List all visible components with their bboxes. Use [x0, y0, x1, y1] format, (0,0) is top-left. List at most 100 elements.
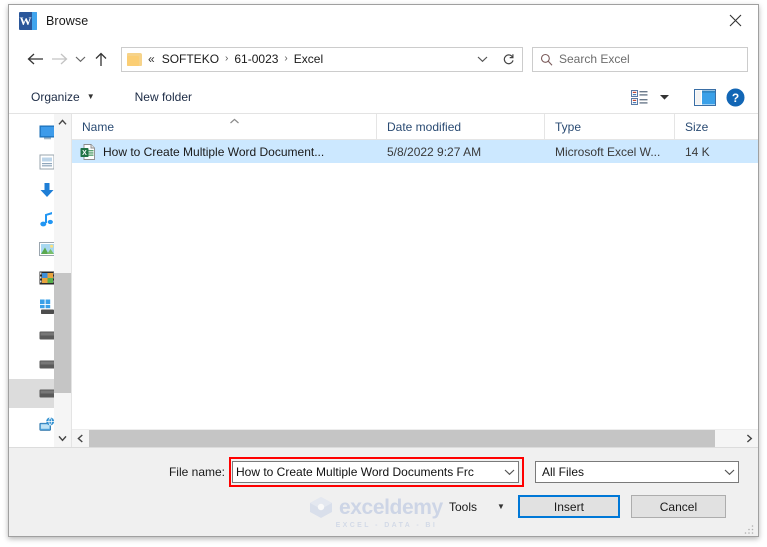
column-header-size-label: Size: [685, 119, 709, 134]
drive-icon: [38, 327, 54, 345]
view-options-dropdown[interactable]: [654, 84, 674, 110]
hscrollbar-thumb[interactable]: [89, 430, 715, 447]
breadcrumb-item-1[interactable]: 61-0023: [234, 52, 278, 66]
file-name-field-wrapper: How to Create Multiple Word Documents Fr…: [229, 457, 524, 487]
sidebar-item-videos[interactable]: [9, 263, 54, 292]
navigation-pane-items: [9, 114, 54, 447]
back-button[interactable]: [23, 47, 47, 71]
organize-button[interactable]: Organize ▼: [23, 85, 103, 109]
breadcrumb-item-2[interactable]: Excel: [294, 52, 323, 66]
view-list-icon[interactable]: [624, 84, 654, 110]
breadcrumb-item-0[interactable]: SOFTEKO: [162, 52, 219, 66]
sidebar-item-local-disk-2[interactable]: [9, 350, 54, 379]
sidebar-item-local-disk-1[interactable]: [9, 321, 54, 350]
search-box[interactable]: Search Excel: [532, 46, 748, 72]
music-icon: [38, 211, 54, 229]
column-header-date-label: Date modified: [387, 119, 462, 134]
word-icon: [19, 12, 37, 30]
preview-pane-icon[interactable]: [690, 84, 720, 110]
drive-icon: [38, 385, 54, 403]
file-type-cell: Microsoft Excel W...: [555, 144, 661, 159]
column-header-name[interactable]: Name: [72, 114, 377, 139]
column-header-type[interactable]: Type: [545, 114, 675, 139]
search-icon: [533, 53, 559, 66]
tools-label: Tools: [449, 499, 478, 514]
column-headers: Name Date modified Type Size: [72, 114, 758, 140]
tools-button[interactable]: Tools ▼: [449, 495, 505, 518]
recent-locations-button[interactable]: [71, 47, 89, 71]
svg-text:X: X: [82, 150, 87, 157]
resize-grip[interactable]: [743, 522, 755, 534]
file-rows: X How to Create Multiple Word Document..…: [72, 140, 758, 429]
sidebar-item-downloads[interactable]: [9, 176, 54, 205]
breadcrumb: « SOFTEKO › 61-0023 › Excel: [148, 52, 471, 66]
forward-button[interactable]: [47, 47, 71, 71]
sort-ascending-icon: [229, 114, 240, 128]
new-folder-label: New folder: [134, 90, 192, 104]
help-icon[interactable]: ?: [720, 84, 750, 110]
folder-icon: [127, 52, 142, 66]
column-header-size[interactable]: Size: [675, 114, 758, 139]
file-date-cell: 5/8/2022 9:27 AM: [387, 144, 482, 159]
file-type-dropdown[interactable]: All Files: [535, 461, 739, 483]
sidebar-item-network[interactable]: [9, 408, 54, 442]
scroll-right-button[interactable]: [741, 430, 758, 447]
insert-button[interactable]: Insert: [517, 495, 620, 518]
new-folder-button[interactable]: New folder: [127, 85, 200, 109]
address-dropdown-button[interactable]: [471, 48, 493, 71]
excel-file-icon: X: [80, 143, 96, 160]
file-name-input[interactable]: How to Create Multiple Word Documents Fr…: [232, 461, 519, 483]
browse-dialog: Browse: [8, 4, 759, 537]
svg-text:?: ?: [731, 91, 738, 105]
network-icon: [38, 416, 54, 434]
downloads-icon: [38, 182, 54, 200]
dialog-body: Name Date modified Type Size X How to Cr…: [9, 114, 758, 448]
scroll-up-button[interactable]: [54, 114, 71, 131]
refresh-button[interactable]: [495, 46, 523, 72]
column-header-name-label: Name: [82, 119, 115, 134]
address-bar[interactable]: « SOFTEKO › 61-0023 › Excel: [121, 46, 496, 72]
navigation-pane-scrollbar[interactable]: [54, 114, 71, 447]
videos-icon: [38, 269, 54, 287]
scrollbar-thumb[interactable]: [54, 273, 71, 393]
dialog-footer: File name: How to Create Multiple Word D…: [9, 448, 758, 536]
chevron-down-icon[interactable]: [501, 468, 518, 476]
file-name-text: How to Create Multiple Word Document...: [103, 144, 325, 159]
scrollbar-track[interactable]: [54, 131, 71, 430]
documents-icon: [38, 153, 54, 171]
file-name-row: File name: How to Create Multiple Word D…: [9, 457, 758, 487]
pictures-icon: [38, 240, 54, 258]
file-list-horizontal-scrollbar[interactable]: [72, 429, 758, 447]
sidebar-item-music[interactable]: [9, 205, 54, 234]
command-bar: Organize ▼ New folder ?: [9, 81, 758, 114]
desktop-icon: [38, 124, 54, 142]
column-header-type-label: Type: [555, 119, 582, 134]
sidebar-item-desktop[interactable]: [9, 118, 54, 147]
file-name-label: File name:: [168, 465, 225, 479]
navigation-pane: [9, 114, 72, 447]
sidebar-item-local-disk-3[interactable]: [9, 379, 54, 408]
table-row[interactable]: X How to Create Multiple Word Document..…: [72, 140, 758, 163]
cancel-button[interactable]: Cancel: [630, 495, 726, 518]
sidebar-item-documents[interactable]: [9, 147, 54, 176]
scroll-left-button[interactable]: [72, 430, 89, 447]
drive-icon: [38, 356, 54, 374]
chevron-down-icon: ▼: [86, 92, 95, 101]
scroll-down-button[interactable]: [54, 430, 71, 447]
sidebar-item-windows-drive[interactable]: [9, 292, 54, 321]
file-size-cell: 14 K: [685, 144, 710, 159]
dialog-buttons: Tools ▼ Insert Cancel: [9, 495, 758, 518]
up-button[interactable]: [89, 47, 113, 71]
column-header-date-modified[interactable]: Date modified: [377, 114, 545, 139]
breadcrumb-separator: ›: [284, 53, 288, 64]
search-input[interactable]: Search Excel: [559, 52, 630, 66]
close-button[interactable]: [713, 5, 758, 35]
file-type-value: All Files: [542, 465, 585, 479]
screenshot-root: Browse: [0, 0, 767, 547]
organize-label: Organize: [31, 90, 80, 104]
sidebar-item-pictures[interactable]: [9, 234, 54, 263]
chevron-down-icon[interactable]: [721, 468, 738, 476]
hscrollbar-track[interactable]: [89, 430, 741, 447]
windows-drive-icon: [38, 298, 54, 316]
breadcrumb-overflow[interactable]: «: [148, 52, 155, 66]
